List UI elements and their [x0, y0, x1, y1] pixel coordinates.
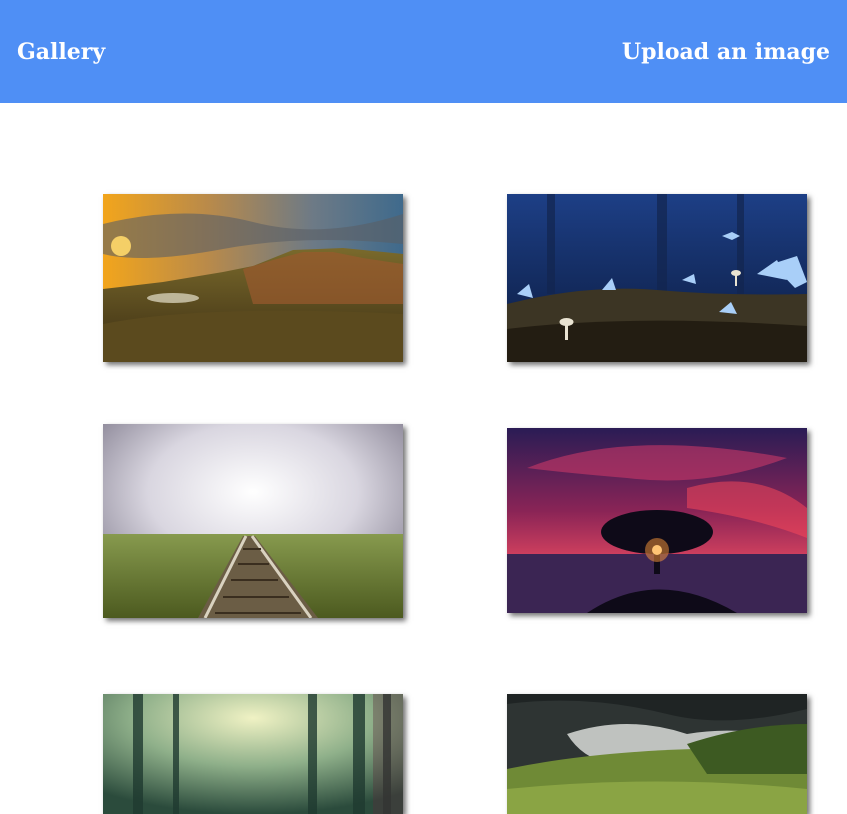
top-navbar: Gallery Upload an image [0, 0, 847, 103]
gallery-image-misty-forest[interactable] [103, 694, 403, 814]
image-gallery-grid [0, 103, 847, 814]
gallery-image-railway-field[interactable] [103, 424, 403, 618]
gallery-image-blue-butterflies[interactable] [507, 194, 807, 362]
upload-image-link[interactable]: Upload an image [622, 39, 830, 65]
gallery-image-green-hills[interactable] [507, 694, 807, 814]
gallery-image-mountain-sunset[interactable] [103, 194, 403, 362]
gallery-image-tree-sunset[interactable] [507, 428, 807, 613]
gallery-home-link[interactable]: Gallery [17, 39, 105, 65]
